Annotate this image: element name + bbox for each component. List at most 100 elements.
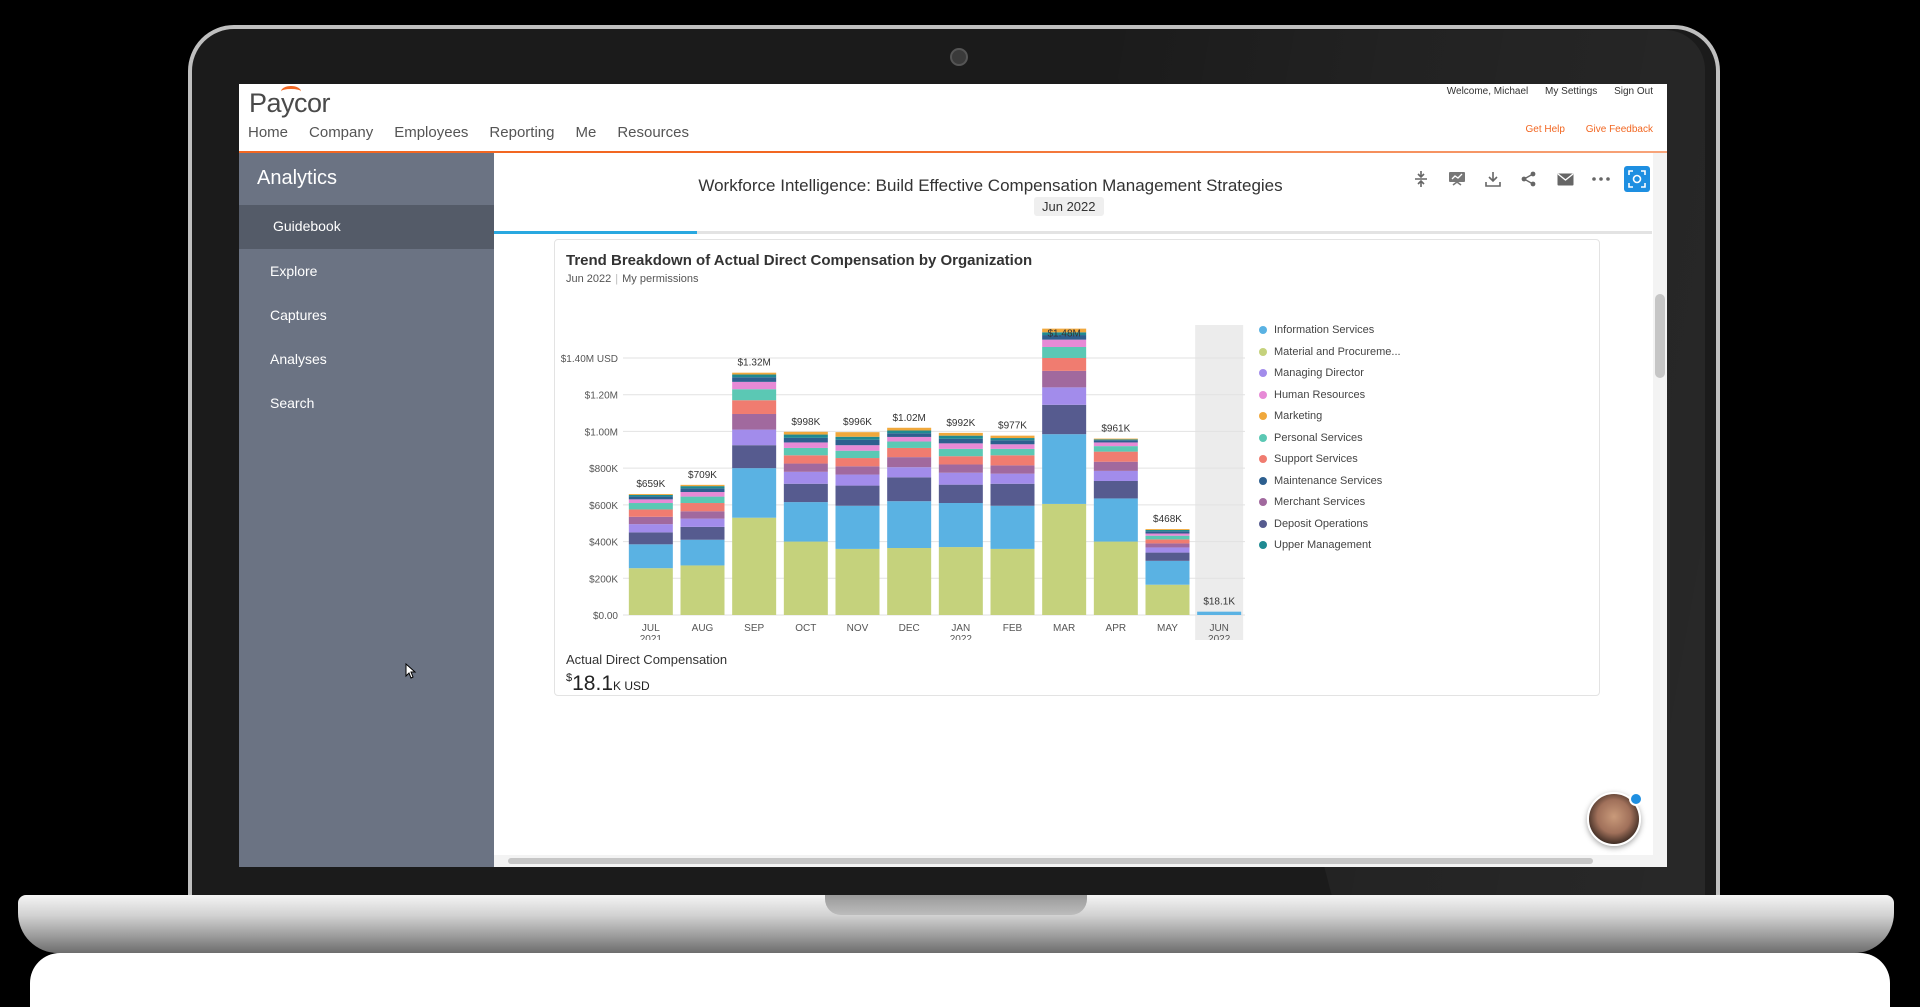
give-feedback-link[interactable]: Give Feedback (1586, 124, 1653, 135)
legend-item[interactable]: Maintenance Services (1259, 475, 1382, 487)
legend-item[interactable]: Support Services (1259, 453, 1358, 465)
bar-segment[interactable] (783, 463, 828, 472)
bar-segment[interactable] (783, 483, 828, 503)
bar-segment[interactable] (783, 502, 828, 542)
legend-item[interactable]: Material and Procureme... (1259, 346, 1401, 358)
bar-segment[interactable] (990, 435, 1035, 439)
bar-segment[interactable] (835, 485, 880, 506)
legend-item[interactable]: Information Services (1259, 324, 1374, 336)
bar-segment[interactable] (628, 494, 673, 495)
share-icon[interactable] (1516, 166, 1542, 192)
bar-segment[interactable] (628, 509, 673, 517)
bar-segment[interactable] (1093, 451, 1138, 462)
bar-segment[interactable] (783, 431, 828, 435)
bar-segment[interactable] (938, 435, 983, 439)
bar-segment[interactable] (938, 448, 983, 457)
vertical-scroll-thumb[interactable] (1655, 294, 1665, 378)
bar-segment[interactable] (732, 429, 777, 446)
bar-segment[interactable] (887, 436, 932, 442)
bar-segment[interactable] (1093, 498, 1138, 542)
bar-segment[interactable] (1197, 611, 1242, 615)
download-icon[interactable] (1480, 166, 1506, 192)
nav-company[interactable]: Company (309, 124, 373, 141)
legend-item[interactable]: Managing Director (1259, 367, 1364, 379)
chart-period[interactable]: Jun 2022 (566, 273, 611, 285)
bar-segment[interactable] (783, 541, 828, 615)
bar-segment[interactable] (990, 444, 1035, 449)
bar-segment[interactable] (680, 492, 725, 497)
bar-segment[interactable] (990, 483, 1035, 506)
mail-icon[interactable] (1552, 166, 1578, 192)
bar-segment[interactable] (732, 400, 777, 414)
bar-segment[interactable] (938, 443, 983, 449)
bar-segment[interactable] (1145, 530, 1190, 532)
bar-segment[interactable] (990, 455, 1035, 466)
bar-segment[interactable] (938, 432, 983, 436)
capture-icon[interactable] (1624, 166, 1650, 192)
bar-segment[interactable] (1145, 560, 1190, 585)
bar-segment[interactable] (783, 455, 828, 464)
bar-segment[interactable] (990, 440, 1035, 445)
bar-segment[interactable] (628, 494, 673, 497)
sidebar-item-explore[interactable]: Explore (270, 263, 317, 279)
nav-reporting[interactable]: Reporting (489, 124, 554, 141)
legend-item[interactable]: Personal Services (1259, 432, 1363, 444)
chart-scope[interactable]: My permissions (622, 273, 698, 285)
horizontal-scroll-thumb[interactable] (508, 858, 1593, 864)
bar-segment[interactable] (990, 548, 1035, 615)
bar-segment[interactable] (990, 438, 1035, 441)
bar-segment[interactable] (732, 389, 777, 401)
bar-segment[interactable] (835, 445, 880, 451)
get-help-link[interactable]: Get Help (1525, 124, 1564, 135)
bar-segment[interactable] (628, 516, 673, 525)
legend-item[interactable]: Human Resources (1259, 389, 1365, 401)
bar-segment[interactable] (887, 547, 932, 615)
bar-segment[interactable] (1093, 439, 1138, 441)
bar-segment[interactable] (680, 511, 725, 519)
bar-segment[interactable] (1042, 346, 1087, 358)
bar-segment[interactable] (835, 466, 880, 475)
my-settings-link[interactable]: My Settings (1545, 86, 1597, 97)
bar-segment[interactable] (1093, 461, 1138, 471)
assistant-avatar[interactable] (1587, 792, 1643, 846)
bar-segment[interactable] (990, 505, 1035, 549)
bar-segment[interactable] (1042, 434, 1087, 504)
bar-segment[interactable] (628, 499, 673, 504)
bar-segment[interactable] (680, 539, 725, 566)
bar-segment[interactable] (1042, 503, 1087, 615)
bar-segment[interactable] (783, 447, 828, 456)
bar-segment[interactable] (887, 467, 932, 478)
bar-segment[interactable] (887, 433, 932, 437)
bar-segment[interactable] (1042, 339, 1087, 347)
bar-segment[interactable] (835, 548, 880, 615)
vertical-scrollbar[interactable] (1653, 153, 1667, 867)
legend-item[interactable]: Deposit Operations (1259, 518, 1368, 530)
bar-segment[interactable] (680, 503, 725, 512)
bar-segment[interactable] (628, 496, 673, 500)
legend-item[interactable]: Marketing (1259, 410, 1322, 422)
more-icon[interactable] (1588, 166, 1614, 192)
bar-segment[interactable] (1042, 404, 1087, 435)
bar-segment[interactable] (938, 472, 983, 485)
nav-home[interactable]: Home (248, 124, 288, 141)
bar-segment[interactable] (835, 450, 880, 459)
bar-segment[interactable] (680, 526, 725, 540)
bar-segment[interactable] (680, 488, 725, 493)
sidebar-item-search[interactable]: Search (270, 395, 314, 411)
nav-resources[interactable]: Resources (617, 124, 689, 141)
bar-segment[interactable] (887, 430, 932, 434)
bar-segment[interactable] (1093, 446, 1138, 452)
bar-segment[interactable] (628, 503, 673, 510)
bar-segment[interactable] (628, 568, 673, 615)
bar-segment[interactable] (938, 438, 983, 444)
bar-segment[interactable] (732, 377, 777, 382)
bar-segment[interactable] (1093, 541, 1138, 615)
bar-segment[interactable] (783, 471, 828, 484)
bar-segment[interactable] (783, 434, 828, 438)
sidebar-item-guidebook[interactable]: Guidebook (273, 218, 341, 234)
bar-segment[interactable] (680, 565, 725, 615)
bar-segment[interactable] (887, 427, 932, 431)
sidebar-item-analyses[interactable]: Analyses (270, 351, 327, 367)
bar-segment[interactable] (1145, 539, 1190, 544)
bar-segment[interactable] (1145, 584, 1190, 615)
